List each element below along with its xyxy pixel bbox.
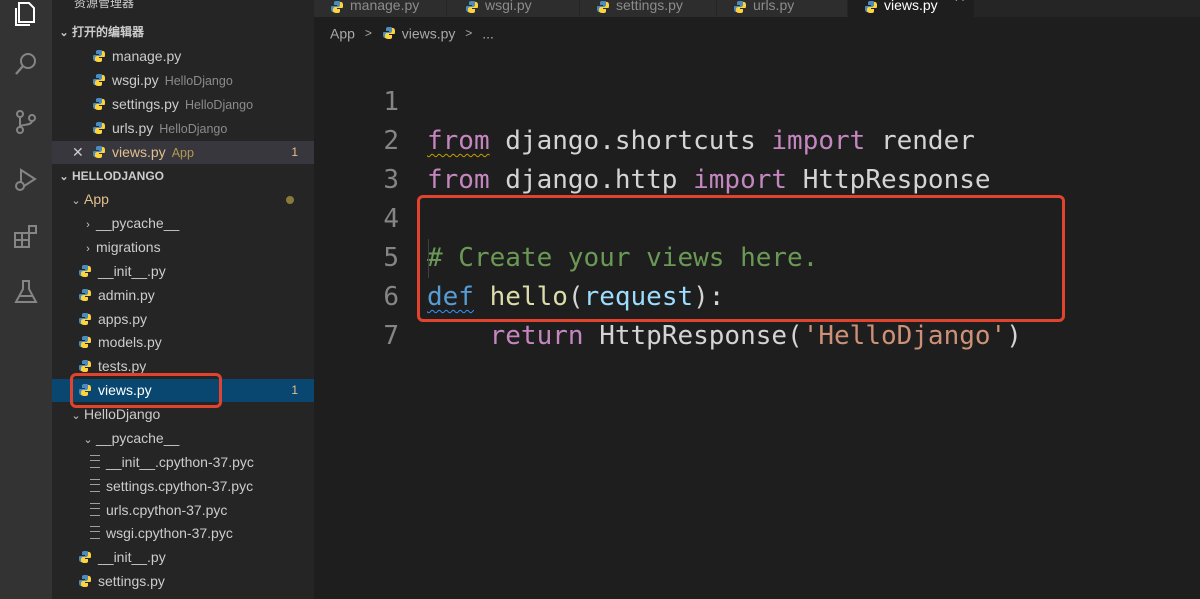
indent-guide	[428, 239, 429, 278]
chevron-right-icon: ›	[86, 219, 90, 231]
folder-pycache[interactable]: › __pycache__	[52, 212, 314, 235]
search-icon[interactable]	[12, 50, 40, 78]
run-debug-icon[interactable]	[12, 166, 40, 194]
folder-app[interactable]: ⌄ App	[52, 188, 314, 211]
code-text: from django.http import HttpResponse	[427, 165, 991, 195]
python-icon	[93, 50, 105, 62]
code-line: 7	[314, 278, 399, 351]
code-line: 6 return HttpResponse('HelloDjango')	[314, 239, 1022, 351]
code-line: 2 from django.http import HttpResponse	[314, 83, 990, 195]
breadcrumb-more[interactable]: ...	[482, 25, 494, 41]
file-lines-icon	[90, 503, 100, 516]
python-icon	[79, 336, 91, 348]
python-icon	[79, 384, 91, 396]
testing-flask-icon[interactable]	[12, 278, 40, 306]
file-item[interactable]: __init__.py	[52, 546, 314, 569]
python-icon	[597, 1, 609, 13]
code-line: 3	[314, 122, 399, 195]
open-editor-item[interactable]: wsgi.py HelloDjango	[52, 69, 314, 92]
file-item[interactable]: admin.py	[52, 284, 314, 307]
source-control-icon[interactable]	[12, 108, 40, 136]
close-icon[interactable]: ✕	[72, 141, 92, 164]
python-icon	[331, 1, 343, 13]
chevron-down-icon: ⌄	[59, 171, 69, 183]
python-icon	[93, 122, 105, 134]
python-icon	[865, 1, 877, 13]
tab-views-active[interactable]: views.py ✕	[848, 0, 975, 17]
python-icon	[93, 146, 105, 158]
code-comment: # Create your views here.	[427, 243, 819, 273]
file-item[interactable]: settings.cpython-37.pyc	[52, 475, 314, 498]
code-editor[interactable]: 1 from django.shortcuts import render 2 …	[314, 44, 1200, 599]
chevron-down-icon: ⌄	[71, 195, 81, 207]
code-text: return HttpResponse('HelloDjango')	[489, 321, 1022, 351]
code-line: 1 from django.shortcuts import render	[314, 44, 975, 156]
python-icon	[466, 1, 478, 13]
open-editors-header[interactable]: ⌄ 打开的编辑器	[52, 21, 314, 44]
breadcrumb-separator: >	[364, 26, 372, 41]
python-icon	[382, 27, 395, 40]
project-header[interactable]: ⌄ HELLODJANGO	[52, 165, 314, 188]
file-item[interactable]: urls.cpython-37.pyc	[52, 499, 314, 522]
breadcrumb-separator: >	[465, 26, 473, 41]
tab-manage[interactable]: manage.py	[314, 0, 447, 17]
python-icon	[79, 265, 91, 277]
python-icon	[79, 575, 91, 587]
explorer-icon[interactable]	[12, 0, 40, 28]
file-lines-icon	[90, 526, 100, 539]
chevron-down-icon: ⌄	[71, 410, 81, 422]
open-editor-item[interactable]: urls.py HelloDjango	[52, 117, 314, 140]
file-item-views-selected[interactable]: views.py 1	[52, 379, 314, 402]
activity-bar	[0, 0, 52, 599]
tab-urls[interactable]: urls.py	[717, 0, 848, 17]
file-item[interactable]: tests.py	[52, 355, 314, 378]
python-icon	[93, 98, 105, 110]
code-line: 5 def hello(request):	[314, 200, 724, 312]
chevron-down-icon: ⌄	[59, 27, 69, 39]
extensions-icon[interactable]	[12, 222, 40, 250]
chevron-down-icon: ⌄	[83, 434, 93, 446]
file-item[interactable]: wsgi.cpython-37.pyc	[52, 522, 314, 545]
open-editor-item-active[interactable]: ✕ views.py App 1	[52, 141, 314, 164]
code-text: from django.shortcuts import render	[427, 126, 975, 156]
tab-settings[interactable]: settings.py	[580, 0, 717, 17]
explorer-sidebar: 资源管理器 ⌄ 打开的编辑器 manage.py wsgi.py HelloDjan…	[52, 0, 314, 599]
file-item[interactable]: __init__.py	[52, 260, 314, 283]
file-lines-icon	[90, 455, 100, 468]
problem-count-badge: 1	[291, 383, 298, 397]
file-item[interactable]: __init__.cpython-37.pyc	[52, 451, 314, 474]
python-icon	[93, 74, 105, 86]
python-icon	[79, 289, 91, 301]
folder-hellodjango[interactable]: ⌄ HelloDjango	[52, 403, 314, 426]
open-editor-item[interactable]: settings.py HelloDjango	[52, 93, 314, 116]
file-item[interactable]: models.py	[52, 331, 314, 354]
file-item[interactable]: settings.py	[52, 570, 314, 593]
breadcrumb-folder[interactable]: App	[330, 25, 355, 41]
close-icon[interactable]: ✕	[953, 0, 966, 5]
python-icon	[734, 1, 746, 13]
modified-dot-icon	[286, 196, 294, 204]
tab-wsgi[interactable]: wsgi.py	[447, 0, 580, 17]
chevron-right-icon: ›	[86, 243, 90, 255]
python-icon	[79, 313, 91, 325]
file-lines-icon	[90, 479, 100, 492]
code-line: 4 # Create your views here.	[314, 161, 818, 273]
code-text: def hello(request):	[427, 282, 725, 312]
python-icon	[79, 360, 91, 372]
open-editor-item[interactable]: manage.py	[52, 45, 314, 68]
line-number: 7	[383, 321, 399, 351]
python-icon	[79, 551, 91, 563]
folder-migrations[interactable]: › migrations	[52, 236, 314, 259]
breadcrumb: App > views.py > ...	[330, 24, 494, 42]
breadcrumb-file[interactable]: views.py	[402, 25, 456, 41]
file-item[interactable]: apps.py	[52, 308, 314, 331]
problem-count-badge: 1	[291, 145, 298, 159]
tab-bar: manage.py wsgi.py settings.py urls.py vi…	[314, 0, 1200, 17]
folder-hd-pycache[interactable]: ⌄ __pycache__	[52, 427, 314, 450]
explorer-title: 资源管理器	[74, 0, 135, 10]
